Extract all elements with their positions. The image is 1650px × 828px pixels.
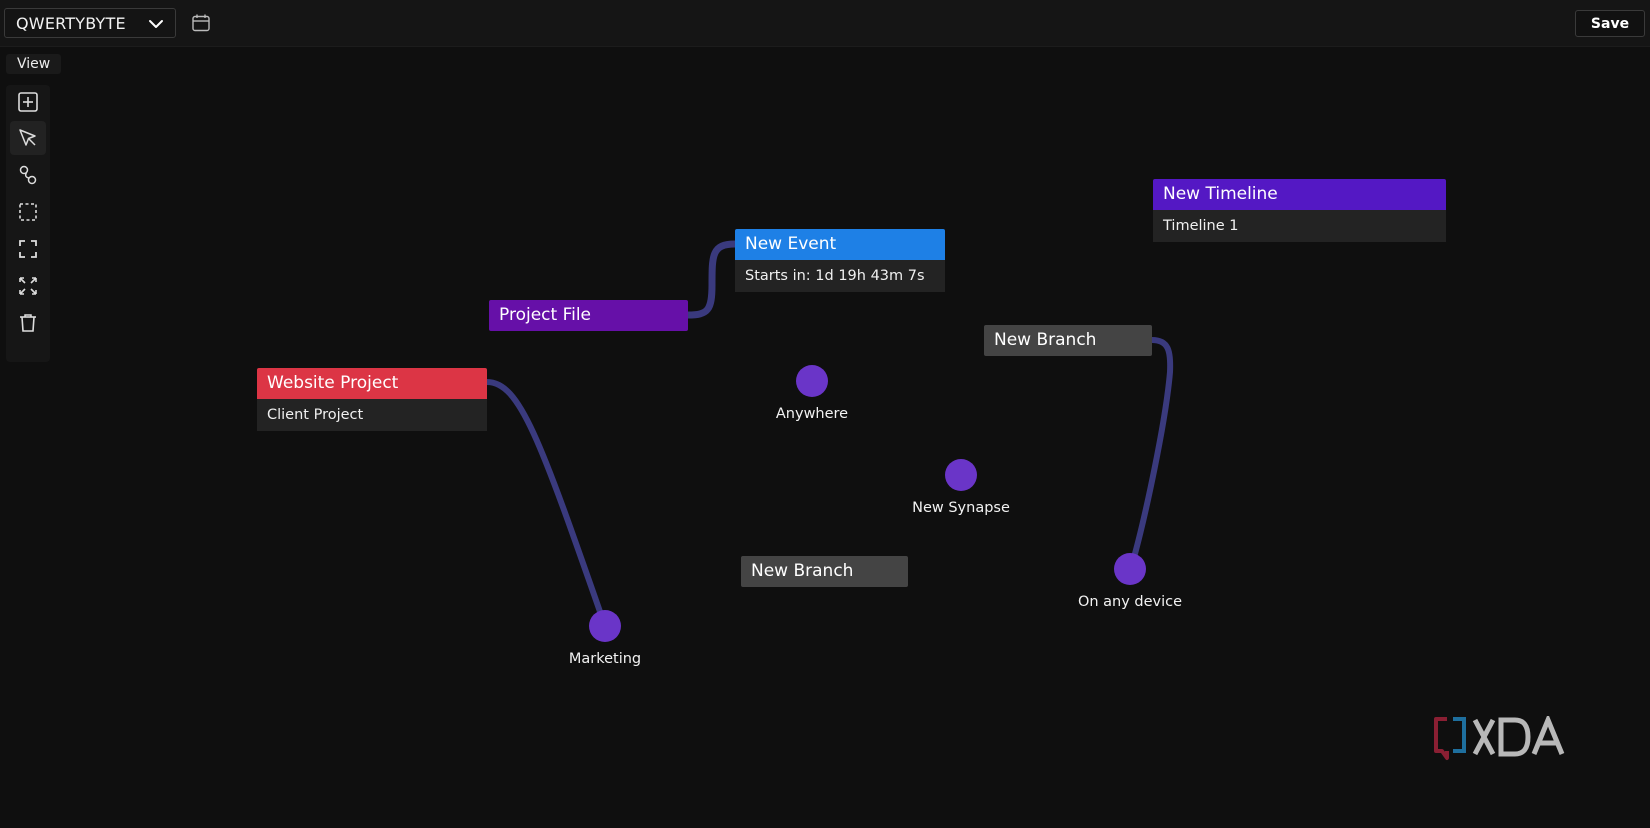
node-new-timeline[interactable]: New Timeline Timeline 1 xyxy=(1153,179,1446,242)
xda-logo xyxy=(1434,716,1565,760)
node-title: New Branch xyxy=(984,325,1152,356)
save-button[interactable]: Save xyxy=(1575,10,1645,37)
synapse-on-any-device[interactable]: On any device xyxy=(1070,553,1190,610)
synapse-dot xyxy=(945,459,977,491)
synapse-label: New Synapse xyxy=(912,500,1010,516)
node-title: Project File xyxy=(489,300,688,331)
graph-canvas[interactable] xyxy=(0,47,1650,828)
synapse-dot xyxy=(1114,553,1146,585)
node-new-event[interactable]: New Event Starts in: 1d 19h 43m 7s xyxy=(735,229,945,292)
calendar-icon[interactable] xyxy=(191,13,211,33)
node-title: New Event xyxy=(735,229,945,260)
chevron-down-icon xyxy=(149,20,163,28)
node-new-branch[interactable]: New Branch xyxy=(741,556,908,587)
node-title: New Branch xyxy=(741,556,908,587)
synapse-dot xyxy=(589,610,621,642)
synapse-marketing[interactable]: Marketing xyxy=(545,610,665,667)
node-title: Website Project xyxy=(257,368,487,399)
node-website-project[interactable]: Website Project Client Project xyxy=(257,368,487,431)
synapse-dot xyxy=(796,365,828,397)
node-title: New Timeline xyxy=(1153,179,1446,210)
node-project-file[interactable]: Project File xyxy=(489,300,688,331)
workspace-select[interactable]: QWERTYBYTE xyxy=(4,8,176,38)
top-bar: QWERTYBYTE Save xyxy=(0,0,1650,47)
node-subtitle: Client Project xyxy=(257,399,487,431)
node-subtitle: Starts in: 1d 19h 43m 7s xyxy=(735,260,945,292)
synapse-anywhere[interactable]: Anywhere xyxy=(752,365,872,422)
workspace-name: QWERTYBYTE xyxy=(16,13,126,33)
synapse-label: Anywhere xyxy=(775,406,849,422)
synapse-label: Marketing xyxy=(568,651,642,667)
synapse-label: On any device xyxy=(1077,594,1183,610)
node-new-branch[interactable]: New Branch xyxy=(984,325,1152,356)
synapse-new-synapse[interactable]: New Synapse xyxy=(901,459,1021,516)
node-subtitle: Timeline 1 xyxy=(1153,210,1446,242)
